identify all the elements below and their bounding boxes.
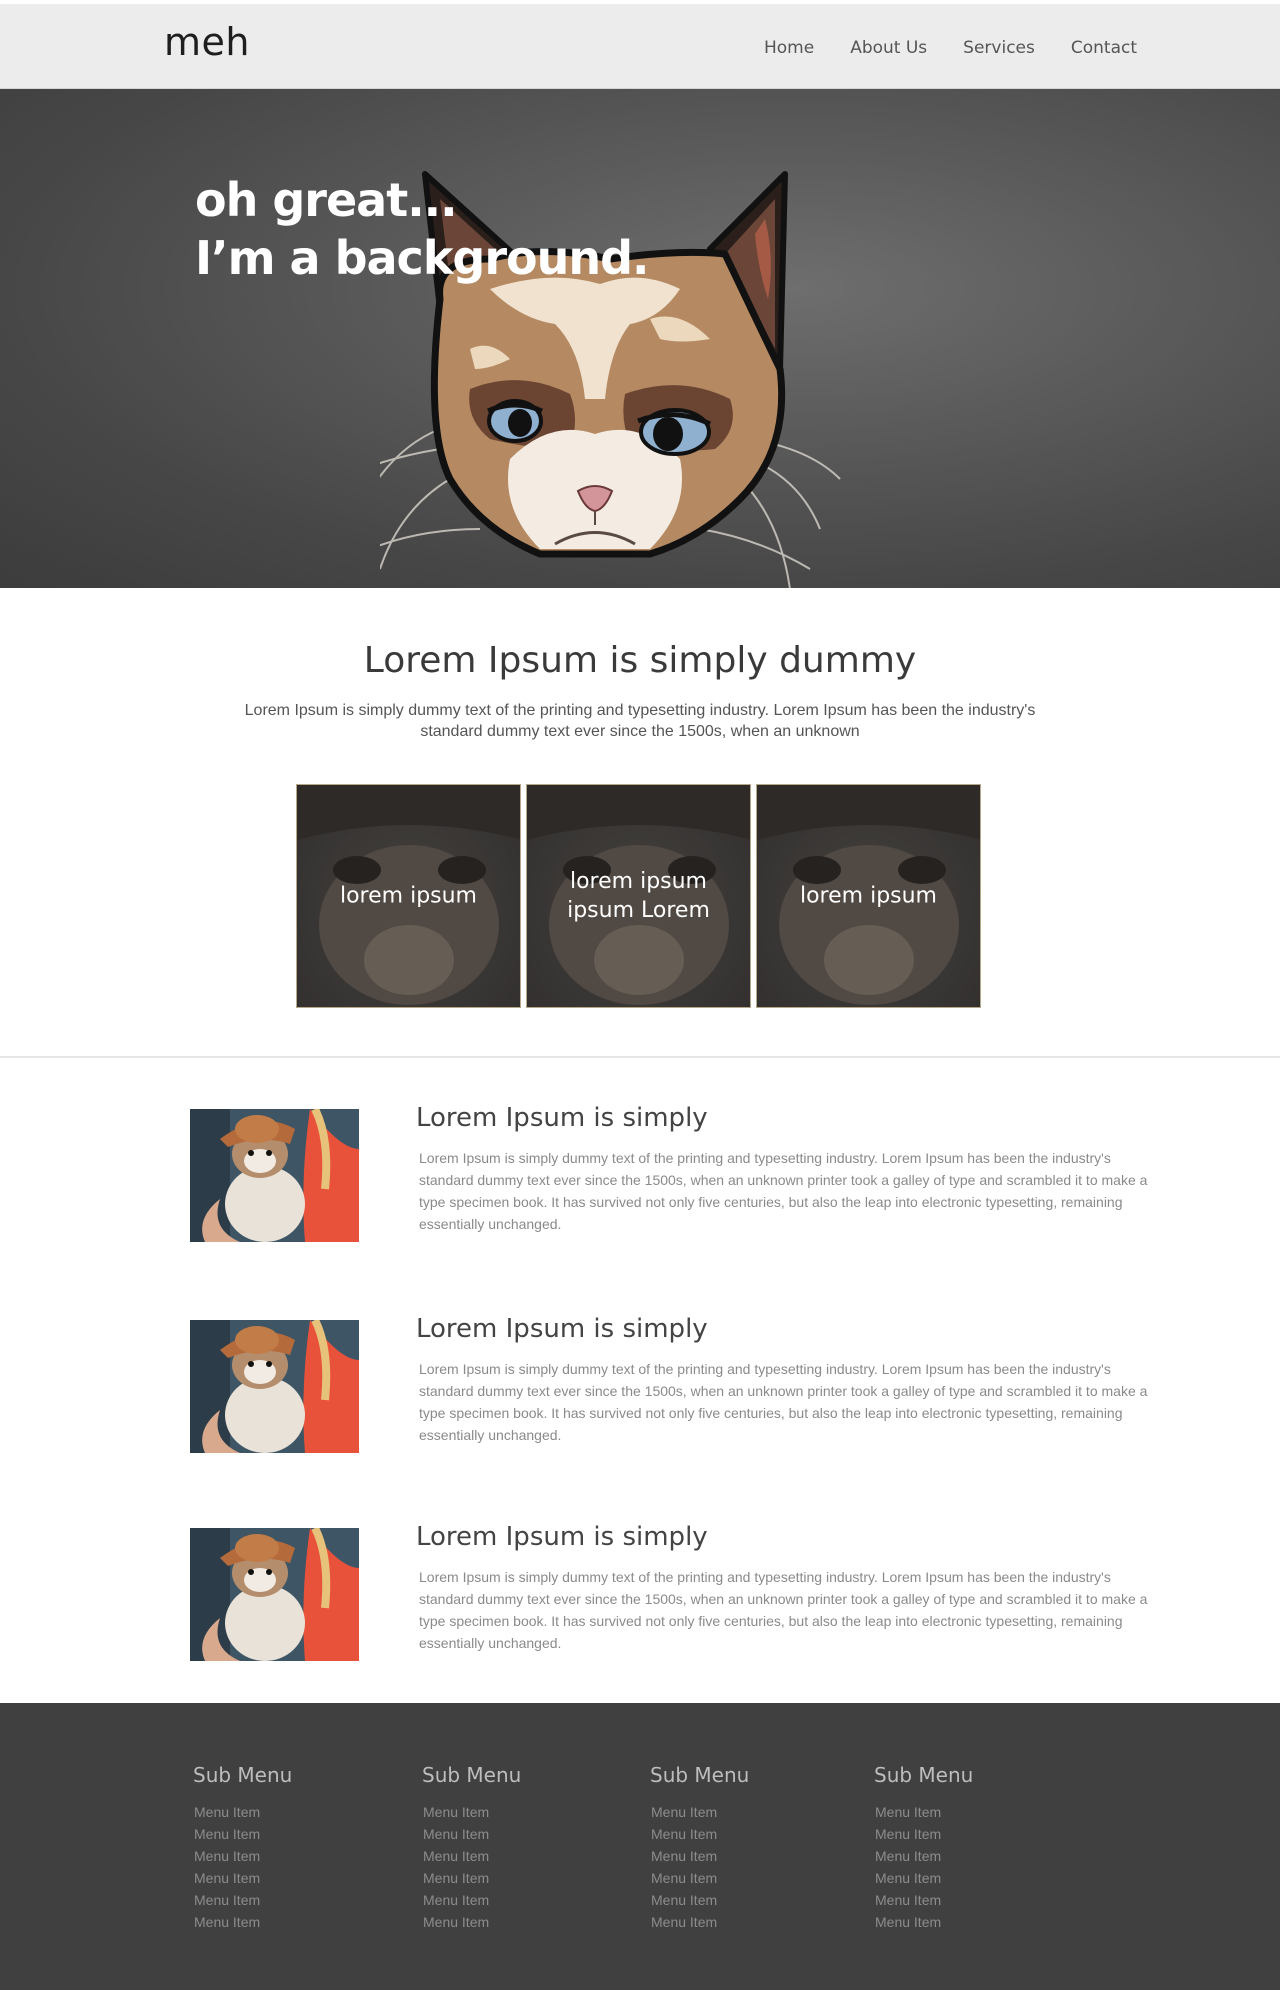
hero-title-line-2: I’m a background.	[195, 231, 650, 285]
footer-menu-item[interactable]: Menu Item	[423, 1801, 521, 1823]
nav-home[interactable]: Home	[764, 38, 814, 58]
footer-menu-item[interactable]: Menu Item	[423, 1889, 521, 1911]
tile-gallery: lorem ipsum lorem ipsum ipsum Lorem lore…	[296, 784, 981, 1008]
footer-menu-item[interactable]: Menu Item	[194, 1867, 292, 1889]
article-title: Lorem Ipsum is simply	[416, 1522, 708, 1552]
article-text: Lorem Ipsum is simply dummy text of the …	[419, 1569, 1148, 1651]
footer-menu-item[interactable]: Menu Item	[875, 1889, 973, 1911]
nav-services[interactable]: Services	[963, 38, 1035, 58]
gallery-tile[interactable]: lorem ipsum ipsum Lorem	[526, 784, 751, 1008]
footer-menu-item[interactable]: Menu Item	[423, 1867, 521, 1889]
footer-menu-item[interactable]: Menu Item	[875, 1845, 973, 1867]
footer-menu-item[interactable]: Menu Item	[651, 1801, 749, 1823]
cat-with-hat-image	[190, 1109, 359, 1242]
article-thumbnail[interactable]	[190, 1528, 359, 1661]
article-title: Lorem Ipsum is simply	[416, 1103, 708, 1133]
article-text: Lorem Ipsum is simply dummy text of the …	[419, 1150, 1148, 1232]
tile-label: lorem ipsum	[339, 883, 477, 909]
site-logo[interactable]: meh	[164, 20, 250, 64]
footer-menu-item[interactable]: Menu Item	[651, 1823, 749, 1845]
footer-column-title: Sub Menu	[874, 1763, 974, 1787]
footer-menu-item[interactable]: Menu Item	[194, 1801, 292, 1823]
footer-menu-item[interactable]: Menu Item	[651, 1889, 749, 1911]
intro-text: Lorem Ipsum is simply dummy text of the …	[244, 702, 1036, 740]
hero-title: oh great... I’m a background.	[195, 171, 650, 287]
footer-column-title: Sub Menu	[422, 1763, 522, 1787]
footer-column-title: Sub Menu	[650, 1763, 750, 1787]
footer-menu: Menu Item Menu Item Menu Item Menu Item …	[193, 1801, 292, 1933]
cat-with-hat-image	[190, 1320, 359, 1453]
footer-menu-item[interactable]: Menu Item	[651, 1867, 749, 1889]
footer-menu-item[interactable]: Menu Item	[423, 1911, 521, 1933]
tile-label: lorem ipsum	[799, 883, 937, 909]
article-thumbnail[interactable]	[190, 1109, 359, 1242]
hero-banner: oh great... I’m a background.	[0, 89, 1280, 588]
nav-about-us[interactable]: About Us	[850, 38, 927, 58]
footer-column: Sub Menu Menu Item Menu Item Menu Item M…	[422, 1763, 521, 1933]
hero-title-line-1: oh great...	[195, 173, 458, 227]
footer-column: Sub Menu Menu Item Menu Item Menu Item M…	[650, 1763, 749, 1933]
footer-menu: Menu Item Menu Item Menu Item Menu Item …	[650, 1801, 749, 1933]
main-nav: Home About Us Services Contact	[764, 38, 1137, 58]
footer-menu-item[interactable]: Menu Item	[423, 1823, 521, 1845]
footer-column: Sub Menu Menu Item Menu Item Menu Item M…	[874, 1763, 973, 1933]
footer-menu-item[interactable]: Menu Item	[875, 1801, 973, 1823]
article-thumbnail[interactable]	[190, 1320, 359, 1453]
footer-menu-item[interactable]: Menu Item	[194, 1889, 292, 1911]
article-text: Lorem Ipsum is simply dummy text of the …	[419, 1361, 1148, 1443]
intro-heading: Lorem Ipsum is simply dummy	[363, 640, 917, 681]
site-header: meh Home About Us Services Contact	[0, 4, 1280, 89]
cat-with-hat-image	[190, 1528, 359, 1661]
footer-menu-item[interactable]: Menu Item	[423, 1845, 521, 1867]
footer-menu-item[interactable]: Menu Item	[875, 1911, 973, 1933]
footer-menu-item[interactable]: Menu Item	[875, 1867, 973, 1889]
gallery-tile[interactable]: lorem ipsum	[296, 784, 521, 1008]
footer-menu-item[interactable]: Menu Item	[875, 1823, 973, 1845]
section-divider	[0, 1056, 1280, 1058]
footer-column: Sub Menu Menu Item Menu Item Menu Item M…	[193, 1763, 292, 1933]
footer-menu-item[interactable]: Menu Item	[651, 1845, 749, 1867]
footer-menu-item[interactable]: Menu Item	[651, 1911, 749, 1933]
footer-column-title: Sub Menu	[193, 1763, 293, 1787]
footer-menu: Menu Item Menu Item Menu Item Menu Item …	[422, 1801, 521, 1933]
footer-menu-item[interactable]: Menu Item	[194, 1823, 292, 1845]
gallery-tile[interactable]: lorem ipsum	[756, 784, 981, 1008]
tile-label: lorem ipsum ipsum Lorem	[567, 869, 710, 923]
article-title: Lorem Ipsum is simply	[416, 1314, 708, 1344]
footer-menu-item[interactable]: Menu Item	[194, 1911, 292, 1933]
footer-menu-item[interactable]: Menu Item	[194, 1845, 292, 1867]
nav-contact[interactable]: Contact	[1071, 38, 1137, 58]
site-footer: Sub Menu Menu Item Menu Item Menu Item M…	[0, 1703, 1280, 1990]
footer-menu: Menu Item Menu Item Menu Item Menu Item …	[874, 1801, 973, 1933]
